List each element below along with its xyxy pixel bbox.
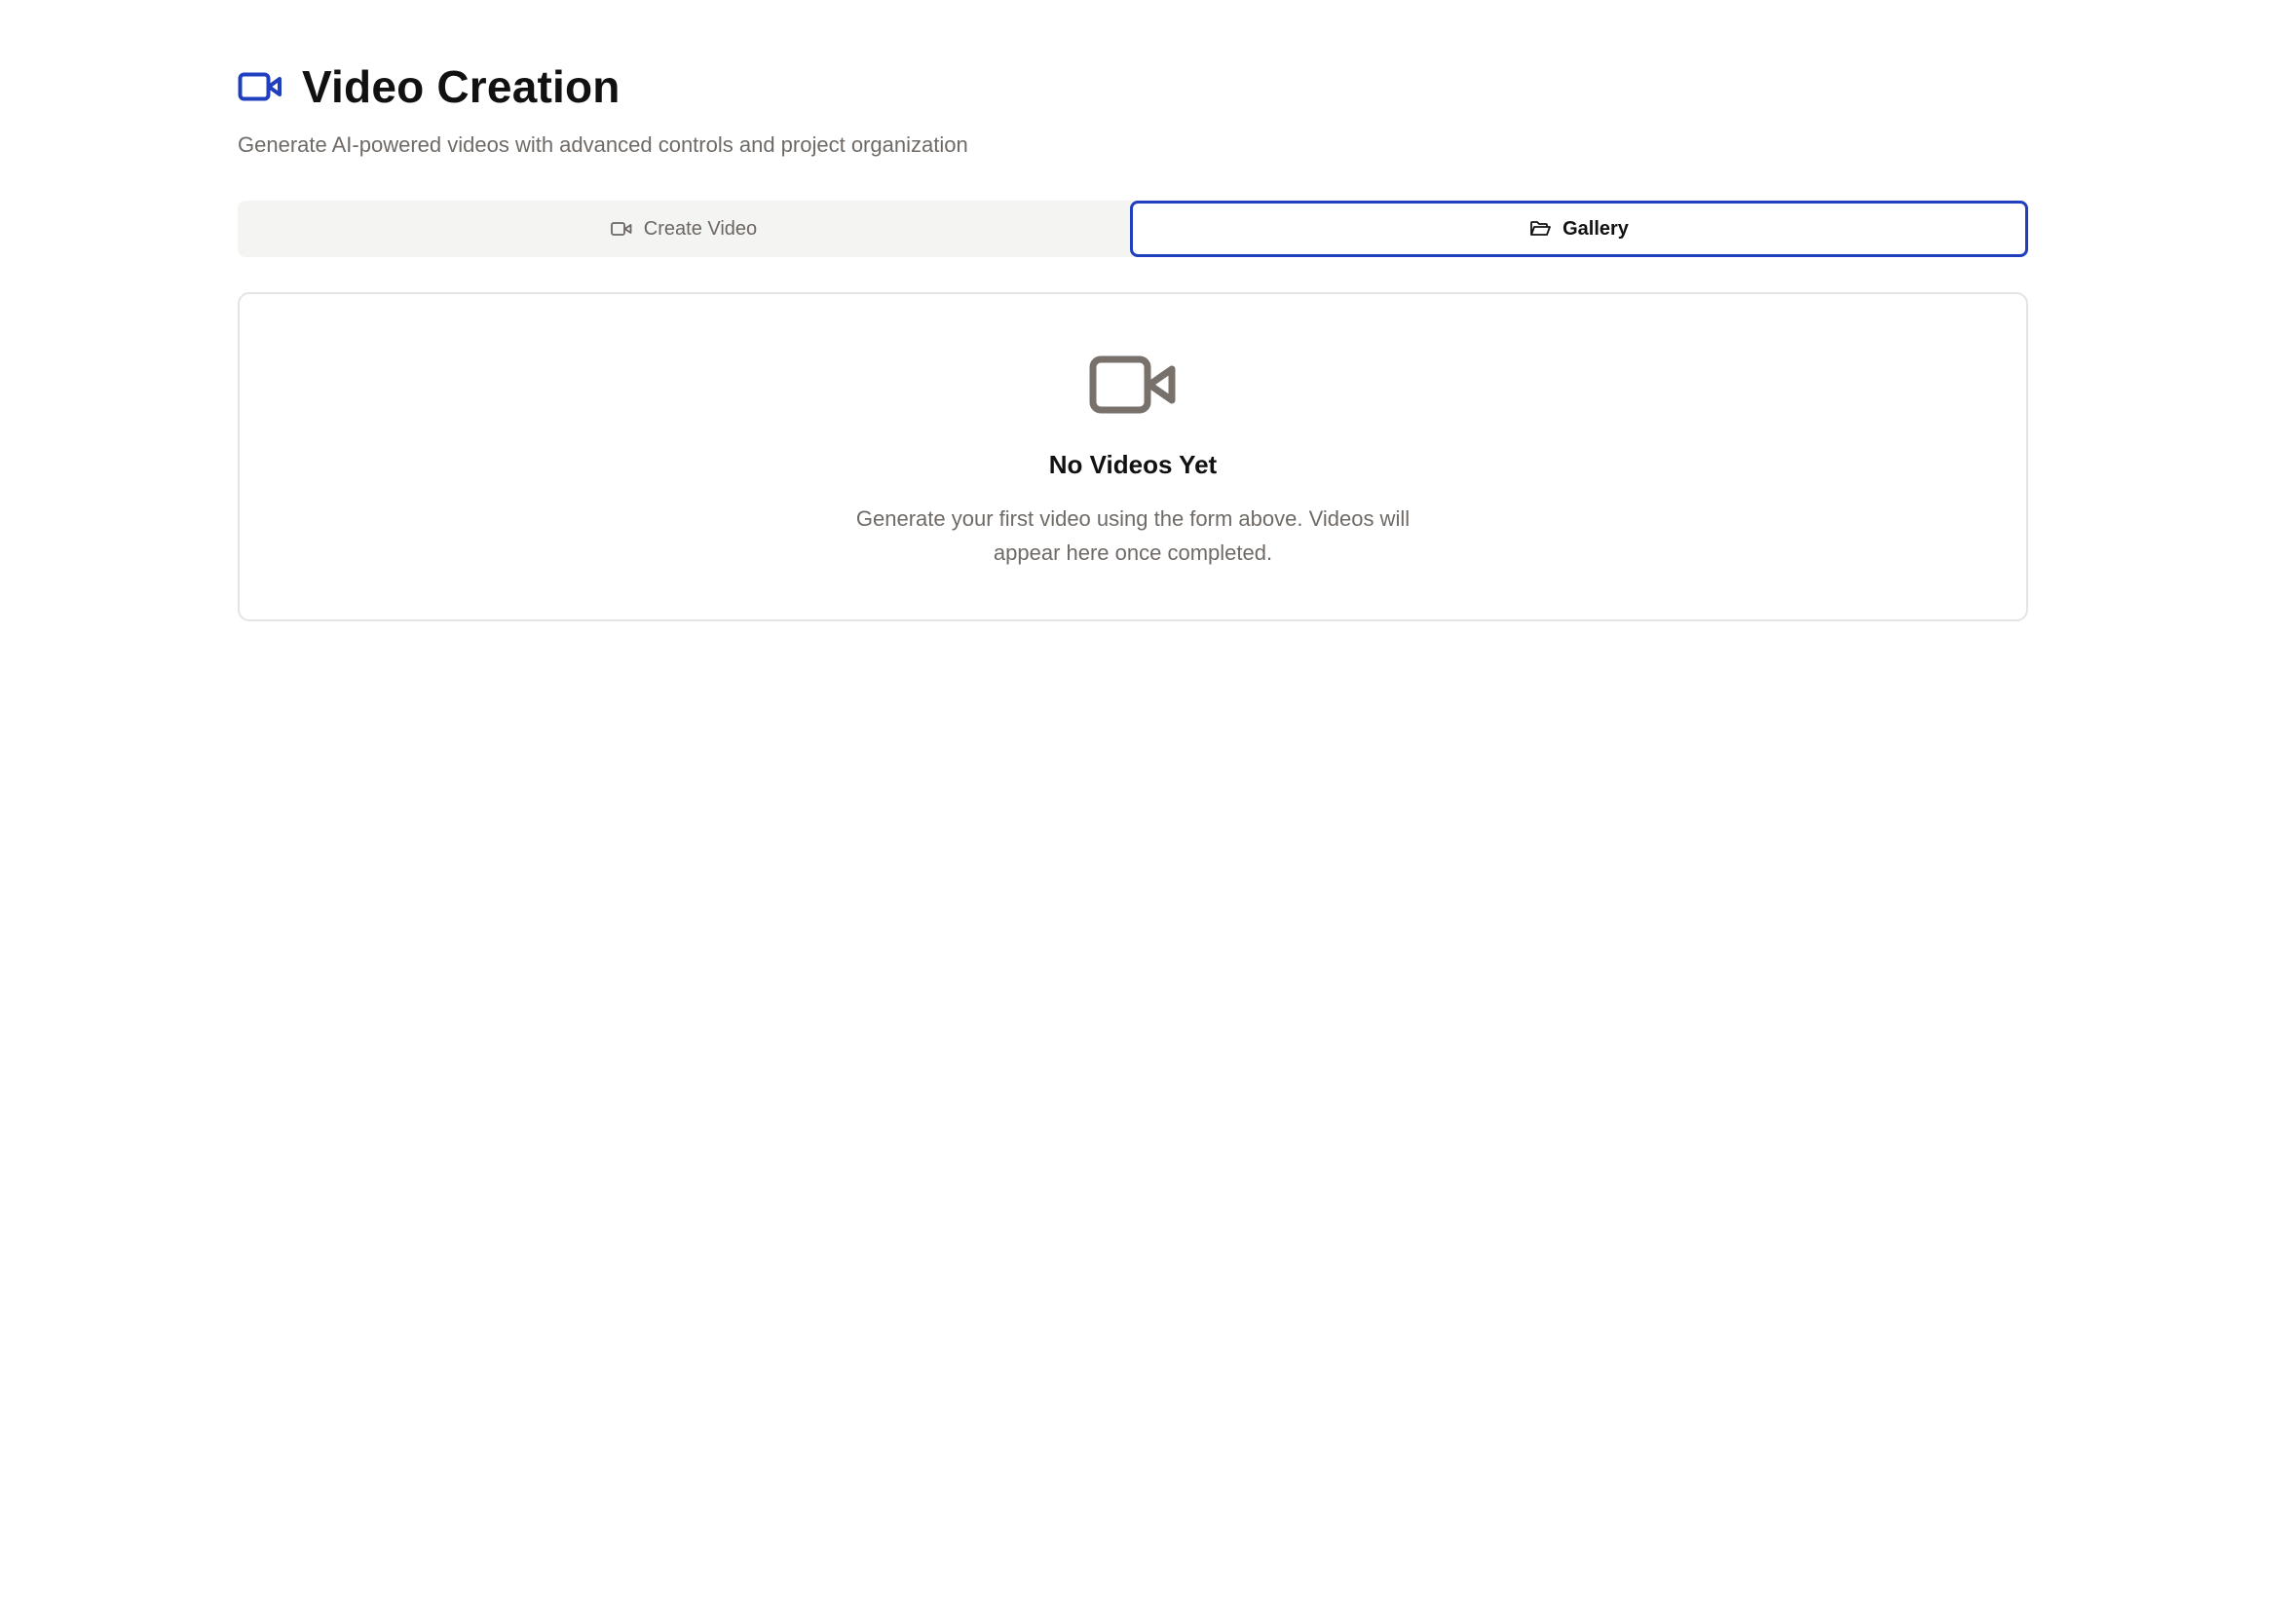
- tab-bar: Create Video Gallery: [238, 201, 2028, 257]
- video-camera-icon: [1089, 354, 1177, 415]
- tab-gallery[interactable]: Gallery: [1130, 201, 2028, 257]
- page-title: Video Creation: [302, 61, 621, 112]
- tab-create-video[interactable]: Create Video: [238, 201, 1130, 257]
- gallery-empty-state: No Videos Yet Generate your first video …: [238, 292, 2028, 621]
- video-camera-icon: [238, 70, 282, 103]
- page-header: Video Creation Generate AI-powered video…: [238, 56, 968, 158]
- empty-state-description: Generate your first video using the form…: [855, 506, 1411, 565]
- empty-state-title: No Videos Yet: [1048, 450, 1218, 479]
- page-subtitle: Generate AI-powered videos with advanced…: [238, 132, 968, 157]
- title-row: Video Creation: [238, 56, 968, 117]
- video-camera-icon: [610, 221, 632, 237]
- tab-create-video-label: Create Video: [643, 217, 758, 240]
- page: Video Creation Generate AI-powered video…: [0, 0, 2296, 1602]
- tab-gallery-label: Gallery: [1562, 217, 1629, 240]
- folder-open-icon: [1529, 220, 1551, 238]
